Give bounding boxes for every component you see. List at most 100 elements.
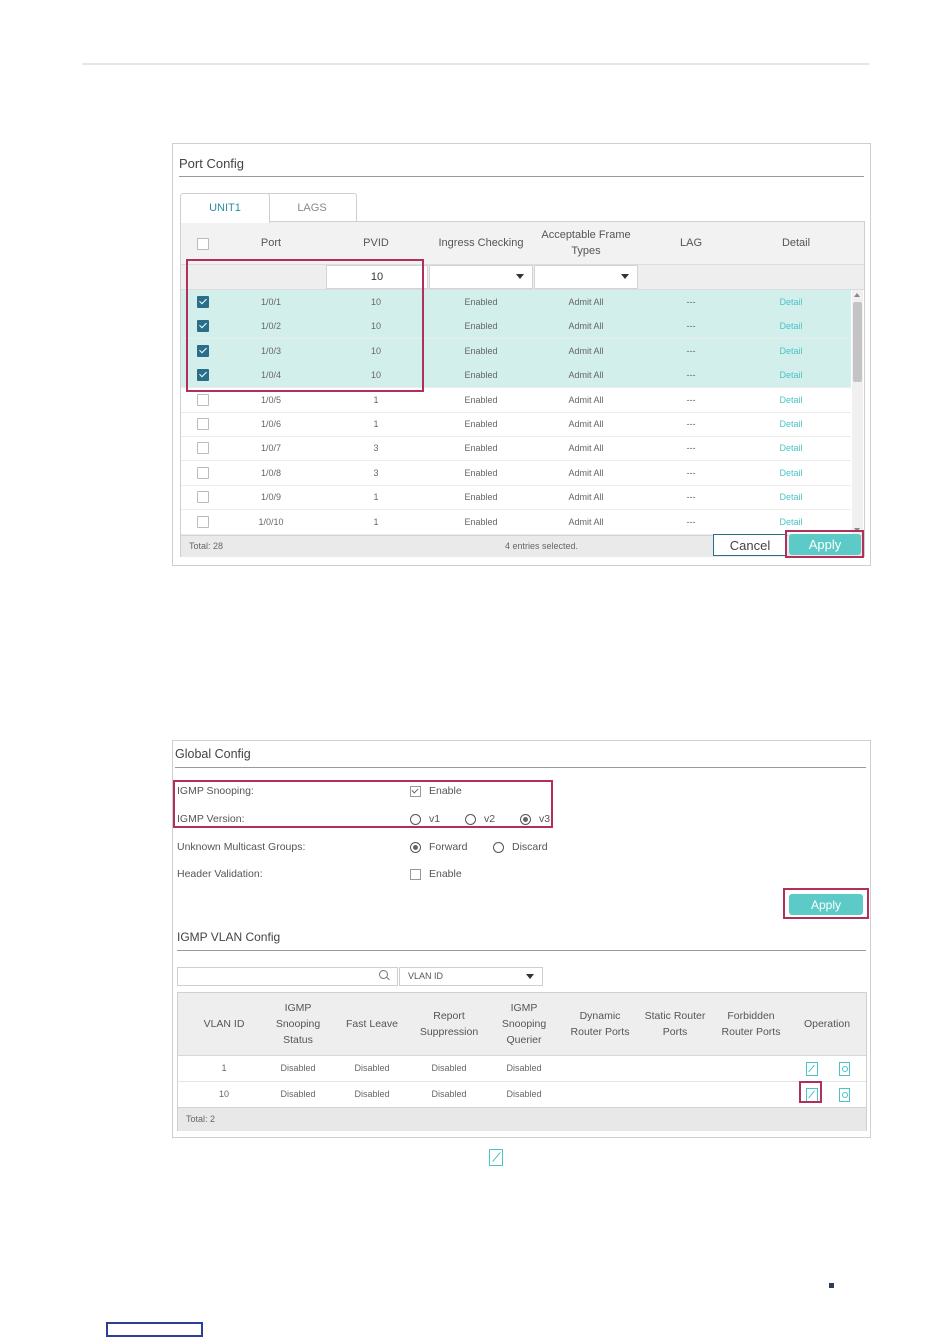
table-row[interactable]: 1/0/10 1 Enabled Admit All --- Detail <box>181 510 851 535</box>
table-row[interactable]: 1/0/4 10 Enabled Admit All --- Detail <box>181 363 851 389</box>
lag-cell: --- <box>686 394 696 405</box>
port-cell: 1/0/8 <box>260 467 282 478</box>
col-report-suppression: Report Suppression <box>419 1010 479 1038</box>
status-cell: Disabled <box>280 1063 316 1073</box>
frame-filter-select[interactable] <box>534 265 638 289</box>
header-validation-option: Enable <box>429 868 462 880</box>
detail-icon[interactable] <box>839 1088 850 1102</box>
cancel-button[interactable]: Cancel <box>713 534 787 556</box>
version-v1-radio[interactable] <box>410 814 421 825</box>
igmp-snooping-checkbox[interactable] <box>410 786 421 797</box>
table-row[interactable]: 1/0/9 1 Enabled Admit All --- Detail <box>181 485 851 511</box>
row-checkbox[interactable] <box>197 466 209 479</box>
row-checkbox[interactable] <box>197 296 209 308</box>
tab-unit1[interactable]: UNIT1 <box>180 193 270 223</box>
row-checkbox[interactable] <box>197 442 209 455</box>
port-cell: 1/0/3 <box>260 345 282 356</box>
row-checkbox[interactable] <box>197 491 209 504</box>
ingress-cell: Enabled <box>464 370 498 381</box>
discard-radio[interactable] <box>493 842 504 853</box>
row-checkbox[interactable] <box>197 344 209 357</box>
select-all-checkbox[interactable] <box>197 238 209 250</box>
detail-link[interactable]: Detail <box>746 485 836 509</box>
col-detail: Detail <box>781 237 811 249</box>
ingress-cell: Enabled <box>464 443 498 454</box>
table-row[interactable]: 1/0/2 10 Enabled Admit All --- Detail <box>181 314 851 340</box>
col-lag: LAG <box>679 237 702 249</box>
scroll-down-icon[interactable] <box>854 528 860 532</box>
vlan-search-field-select[interactable]: VLAN ID <box>399 967 543 986</box>
table-row[interactable]: 1/0/1 10 Enabled Admit All --- Detail <box>181 290 851 315</box>
version-v2-label: v2 <box>484 813 496 825</box>
header-validation-checkbox[interactable] <box>410 869 421 880</box>
table-row[interactable]: 1/0/7 3 Enabled Admit All --- Detail <box>181 436 851 462</box>
pvid-cell: 10 <box>370 345 381 356</box>
lag-cell: --- <box>686 321 696 332</box>
port-cell: 1/0/4 <box>260 370 282 381</box>
detail-link[interactable]: Detail <box>746 412 836 436</box>
version-v2-radio[interactable] <box>465 814 476 825</box>
ingress-cell: Enabled <box>464 516 498 527</box>
edit-icon[interactable] <box>806 1062 818 1076</box>
pvid-cell: 10 <box>370 321 381 332</box>
tab-lags[interactable]: LAGS <box>268 193 357 222</box>
ingress-cell: Enabled <box>464 345 498 356</box>
lag-cell: --- <box>686 516 696 527</box>
vlan-id-cell: 1 <box>221 1063 227 1073</box>
table-row[interactable]: 1/0/8 3 Enabled Admit All --- Detail <box>181 461 851 486</box>
detail-icon[interactable] <box>839 1062 850 1076</box>
row-checkbox[interactable] <box>197 393 209 406</box>
search-icon[interactable] <box>379 970 388 979</box>
detail-link[interactable]: Detail <box>746 436 836 460</box>
title-divider <box>175 767 866 768</box>
col-forbidden-router: Forbidden Router Ports <box>721 1010 781 1038</box>
table-row[interactable]: 1/0/5 1 Enabled Admit All --- Detail <box>181 388 851 413</box>
table-scrollbar[interactable] <box>852 290 863 535</box>
vlan-search-input[interactable] <box>177 967 398 986</box>
table-row[interactable]: 1/0/6 1 Enabled Admit All --- Detail <box>181 412 851 437</box>
row-checkbox[interactable] <box>197 369 209 382</box>
pvid-cell: 10 <box>370 297 381 307</box>
col-dynamic-router: Dynamic Router Ports <box>570 1010 630 1038</box>
detail-link[interactable]: Detail <box>746 388 836 412</box>
pvid-filter-input[interactable]: 10 <box>326 265 428 289</box>
vlan-id-cell: 10 <box>218 1089 229 1099</box>
frame-cell: Admit All <box>568 394 604 405</box>
version-v3-radio[interactable] <box>520 814 531 825</box>
ingress-cell: Enabled <box>464 492 498 503</box>
col-snooping-querier: IGMP Snooping Querier <box>501 1002 547 1046</box>
col-frame-types: Acceptable Frame Types <box>541 229 631 257</box>
apply-button[interactable]: Apply <box>789 534 861 555</box>
ingress-filter-select[interactable] <box>429 265 533 289</box>
section-divider <box>177 950 866 951</box>
scroll-thumb[interactable] <box>853 302 862 382</box>
selected-count: 4 entries selected. <box>505 541 579 551</box>
lag-cell: --- <box>686 297 696 307</box>
detail-link[interactable]: Detail <box>746 314 836 338</box>
scroll-up-icon[interactable] <box>854 293 860 297</box>
version-v1-label: v1 <box>429 813 441 825</box>
frame-cell: Admit All <box>568 492 604 503</box>
unknown-multicast-label: Unknown Multicast Groups: <box>177 841 306 853</box>
querier-cell: Disabled <box>506 1063 542 1073</box>
global-apply-button[interactable]: Apply <box>789 894 863 915</box>
detail-link[interactable]: Detail <box>746 363 836 387</box>
bottom-link-box[interactable] <box>106 1322 203 1337</box>
row-checkbox[interactable] <box>197 418 209 430</box>
port-cell: 1/0/9 <box>260 492 282 503</box>
table-row: 1 Disabled Disabled Disabled Disabled <box>178 1056 866 1082</box>
frame-cell: Admit All <box>568 419 604 429</box>
forward-label: Forward <box>429 841 468 853</box>
forward-radio[interactable] <box>410 842 421 853</box>
frame-cell: Admit All <box>568 345 604 356</box>
pvid-cell: 10 <box>370 370 381 381</box>
row-checkbox[interactable] <box>197 320 209 333</box>
detail-link[interactable]: Detail <box>746 461 836 485</box>
table-row[interactable]: 1/0/3 10 Enabled Admit All --- Detail <box>181 338 851 364</box>
edit-icon[interactable] <box>806 1088 818 1102</box>
ingress-cell: Enabled <box>464 467 498 478</box>
detail-link[interactable]: Detail <box>746 290 836 314</box>
detail-link[interactable]: Detail <box>746 510 836 534</box>
row-checkbox[interactable] <box>197 515 209 528</box>
detail-link[interactable]: Detail <box>746 339 836 363</box>
